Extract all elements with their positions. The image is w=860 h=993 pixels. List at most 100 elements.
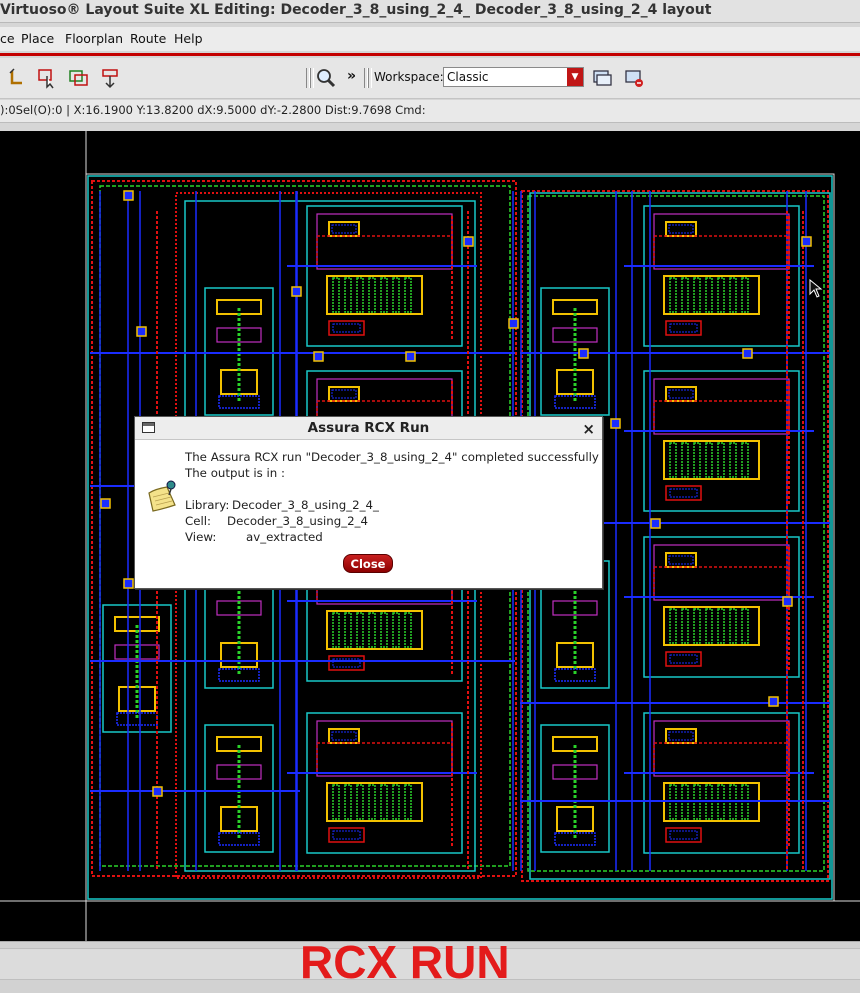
contact: [665, 320, 702, 336]
metal1-fill: [668, 389, 694, 399]
metal1-fill: [669, 654, 698, 664]
rcx-run-caption: RCX RUN: [300, 936, 510, 988]
diffusion: [216, 299, 262, 315]
via-contact: [463, 236, 474, 247]
contact: [328, 320, 365, 336]
area-select-icon[interactable]: [68, 67, 90, 89]
via-contact: [650, 518, 661, 529]
menu-item-floorplan[interactable]: Floorplan: [65, 31, 123, 46]
toolbar: » Workspace: Classic ▼: [0, 58, 860, 99]
coordinate-status-bar: ):0Sel(O):0 | X:16.1900 Y:13.8200 dX:9.5…: [0, 100, 860, 123]
metal1-fill: [669, 830, 698, 840]
poly-finger: [669, 608, 677, 644]
via-contact: [610, 418, 621, 429]
poly-finger: [705, 442, 713, 478]
poly-finger: [404, 784, 412, 820]
diffusion: [328, 386, 360, 402]
path-tool-icon[interactable]: [6, 67, 28, 89]
workspace-value: Classic: [447, 70, 489, 84]
menu-bar: ce Place Floorplan Route Help: [0, 27, 860, 51]
diffusion: [552, 736, 598, 752]
metal1-fill: [218, 668, 260, 682]
workspace-delete-icon[interactable]: [623, 67, 645, 89]
metal1-fill: [554, 668, 596, 682]
metal2-net: [316, 742, 453, 774]
poly-finger: [356, 277, 364, 313]
view-value: av_extracted: [246, 530, 323, 544]
search-icon[interactable]: [315, 67, 337, 89]
metal1-fill: [668, 555, 694, 565]
dialog-title: Assura RCX Run: [307, 420, 430, 436]
metal1-fill: [218, 395, 260, 409]
metal1-fill: [669, 488, 698, 498]
chevron-down-icon[interactable]: ▼: [567, 68, 583, 86]
poly-finger: [332, 784, 340, 820]
workspace-select[interactable]: Classic ▼: [443, 67, 584, 87]
poly-finger: [729, 277, 737, 313]
poly-finger: [380, 277, 388, 313]
contact: [665, 827, 702, 843]
via-contact: [768, 696, 779, 707]
library-value: Decoder_3_8_using_2_4_: [232, 498, 379, 512]
coordinate-readout: ):0Sel(O):0 | X:16.1900 Y:13.8200 dX:9.5…: [0, 103, 426, 117]
workspace-save-icon[interactable]: [591, 67, 613, 89]
poly-finger: [380, 784, 388, 820]
dialog-close-icon[interactable]: ×: [582, 418, 595, 440]
poly-finger: [356, 784, 364, 820]
dialog-output-note: The output is in :: [185, 466, 286, 480]
metal1-fill: [116, 712, 158, 726]
diffusion: [552, 299, 598, 315]
metal2-net: [653, 235, 790, 267]
close-button[interactable]: Close: [343, 554, 393, 573]
poly-finger: [332, 612, 340, 648]
poly-finger: [344, 277, 352, 313]
poly-finger: [344, 612, 352, 648]
metal1-fill: [331, 389, 357, 399]
workspace-label: Workspace:: [374, 70, 444, 84]
poly-finger: [717, 608, 725, 644]
via-contact: [405, 351, 416, 362]
metal1-fill: [554, 395, 596, 409]
via-contact: [313, 351, 324, 362]
poly-finger: [332, 277, 340, 313]
poly-finger: [356, 612, 364, 648]
contact: [328, 827, 365, 843]
contact: [328, 655, 365, 671]
toolbar-separator: [368, 68, 372, 88]
poly-finger: [344, 784, 352, 820]
metal1-fill: [554, 832, 596, 846]
toolbar-overflow-icon[interactable]: »: [347, 68, 356, 84]
metal1-fill: [668, 224, 694, 234]
diffusion: [328, 221, 360, 237]
poly-finger: [717, 277, 725, 313]
poly-finger: [741, 277, 749, 313]
poly-finger: [705, 608, 713, 644]
menu-item-help[interactable]: Help: [174, 31, 203, 46]
poly-finger: [693, 442, 701, 478]
window-icon: [142, 422, 155, 433]
poly-finger: [693, 277, 701, 313]
diffusion: [665, 386, 697, 402]
metal1-fill: [331, 224, 357, 234]
window-title-bar: Virtuoso® Layout Suite XL Editing: Decod…: [0, 0, 860, 23]
metal1-fill: [332, 830, 361, 840]
poly-finger: [705, 277, 713, 313]
via-contact: [742, 348, 753, 359]
poly-finger: [729, 608, 737, 644]
mouse-cursor-icon: [809, 279, 823, 298]
poly-finger: [717, 442, 725, 478]
menu-item-route[interactable]: Route: [130, 31, 166, 46]
diffusion: [216, 736, 262, 752]
library-label: Library:: [185, 498, 230, 512]
stretch-tool-icon[interactable]: [100, 67, 122, 89]
metal1-fill: [331, 731, 357, 741]
via-contact: [578, 348, 589, 359]
dialog-title-bar: Assura RCX Run ×: [135, 417, 602, 440]
poly-finger: [368, 784, 376, 820]
poly-finger: [392, 784, 400, 820]
menu-item-partial[interactable]: ce: [0, 31, 15, 46]
select-tool-icon[interactable]: [36, 67, 58, 89]
menu-item-place[interactable]: Place: [21, 31, 54, 46]
diffusion: [114, 616, 160, 632]
poly-finger: [729, 442, 737, 478]
